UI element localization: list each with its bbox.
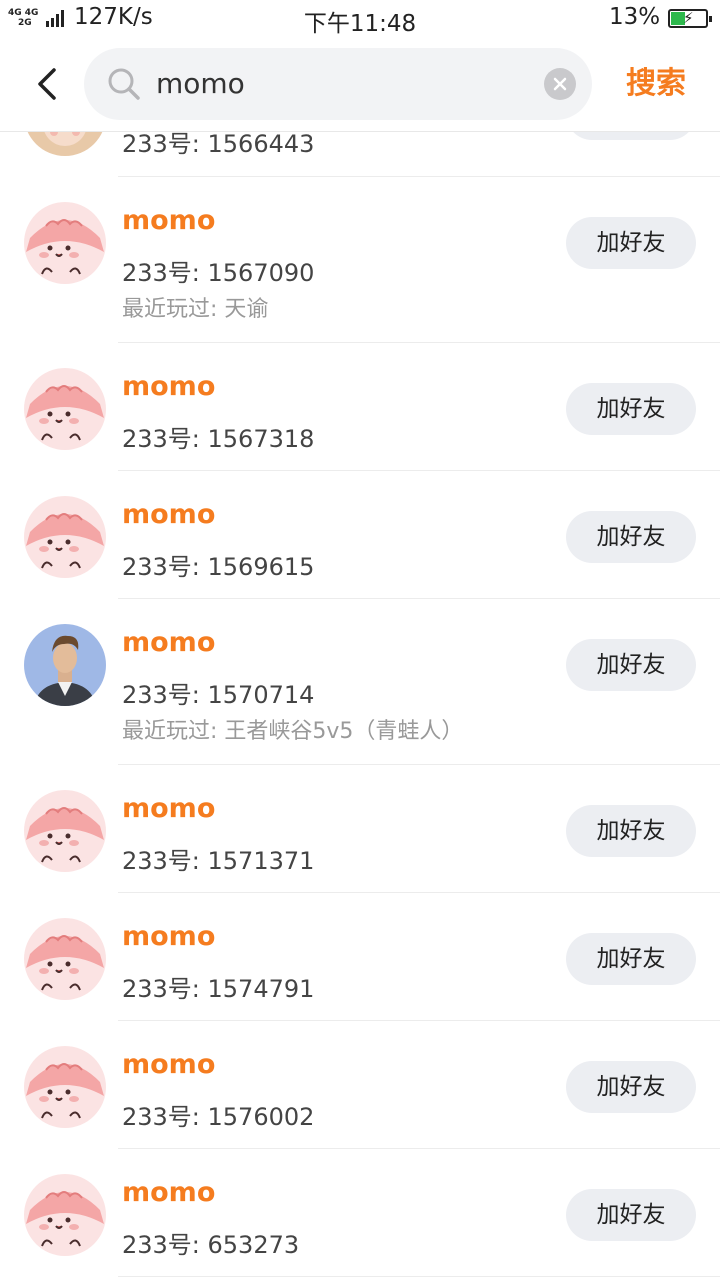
search-button[interactable]: 搜索 [606, 38, 706, 130]
user-name[interactable]: momo [122, 627, 215, 658]
battery-icon: ⚡ [668, 9, 712, 28]
user-name[interactable]: momo [122, 499, 215, 530]
user-id: 233号: 653273 [122, 1231, 300, 1259]
charging-bolt-icon: ⚡ [683, 9, 694, 27]
avatar-pink-blob-icon[interactable] [24, 1174, 106, 1256]
battery-percent: 13% [609, 4, 661, 30]
list-item[interactable]: momo 233号: 1567318 加好友 [0, 343, 720, 471]
user-id: 233号: 1567318 [122, 425, 315, 453]
user-name[interactable]: momo [122, 793, 215, 824]
user-name[interactable]: momo [122, 921, 215, 952]
avatar-pink-blob-icon[interactable] [24, 496, 106, 578]
recent-played: 最近玩过: 王者峡谷5v5（青蛙人） [122, 719, 464, 744]
user-name[interactable]: momo [122, 371, 215, 402]
divider [118, 1276, 720, 1277]
user-id: 233号: 1571371 [122, 847, 315, 875]
add-friend-button[interactable]: 加好友 [566, 933, 696, 985]
list-item[interactable]: momo 233号: 1567090 最近玩过: 天谕 加好友 [0, 177, 720, 343]
user-id: 233号: 1570714 [122, 681, 315, 709]
user-name[interactable]: momo [122, 205, 215, 236]
avatar-pink-blob-icon[interactable] [24, 202, 106, 284]
avatar-pink-blob-icon[interactable] [24, 1046, 106, 1128]
list-item[interactable]: momo 233号: 1571371 加好友 [0, 765, 720, 893]
clear-icon[interactable] [544, 68, 576, 100]
search-box[interactable]: momo [84, 48, 592, 120]
user-name[interactable]: momo [122, 1177, 215, 1208]
list-item[interactable]: momo 233号: 1576002 加好友 [0, 1021, 720, 1149]
add-friend-button[interactable]: 加好友 [566, 217, 696, 269]
search-input[interactable]: momo [156, 48, 245, 120]
search-icon [106, 66, 142, 102]
search-header: momo 搜索 [0, 38, 720, 132]
status-bar: 4G 4G 2G 127K/s 下午11:48 13% ⚡ [0, 0, 720, 38]
user-id: 233号: 1569615 [122, 553, 315, 581]
add-friend-button[interactable]: 加好友 [566, 1061, 696, 1113]
add-friend-button[interactable]: 加好友 [566, 511, 696, 563]
avatar-pink-blob-icon[interactable] [24, 790, 106, 872]
back-arrow-icon[interactable] [30, 64, 64, 104]
list-item[interactable]: momo 233号: 1569615 加好友 [0, 471, 720, 599]
list-item[interactable]: momo 233号: 1570714 最近玩过: 王者峡谷5v5（青蛙人） 加好… [0, 599, 720, 765]
user-name[interactable]: momo [122, 1049, 215, 1080]
recent-played: 最近玩过: 天谕 [122, 297, 269, 322]
user-id: 233号: 1574791 [122, 975, 315, 1003]
add-friend-button[interactable]: 加好友 [566, 639, 696, 691]
list-item[interactable]: momo 233号: 1574791 加好友 [0, 893, 720, 1021]
add-friend-button[interactable]: 加好友 [566, 383, 696, 435]
add-friend-button[interactable]: 加好友 [566, 1189, 696, 1241]
list-item[interactable]: momo 233号: 653273 加好友 [0, 1149, 720, 1277]
avatar-man-portrait-icon[interactable] [24, 624, 106, 706]
add-friend-button[interactable]: 加好友 [566, 805, 696, 857]
user-id: 233号: 1576002 [122, 1103, 315, 1131]
avatar-pink-blob-icon[interactable] [24, 368, 106, 450]
user-id: 233号: 1567090 [122, 259, 315, 287]
avatar-pink-blob-icon[interactable] [24, 918, 106, 1000]
